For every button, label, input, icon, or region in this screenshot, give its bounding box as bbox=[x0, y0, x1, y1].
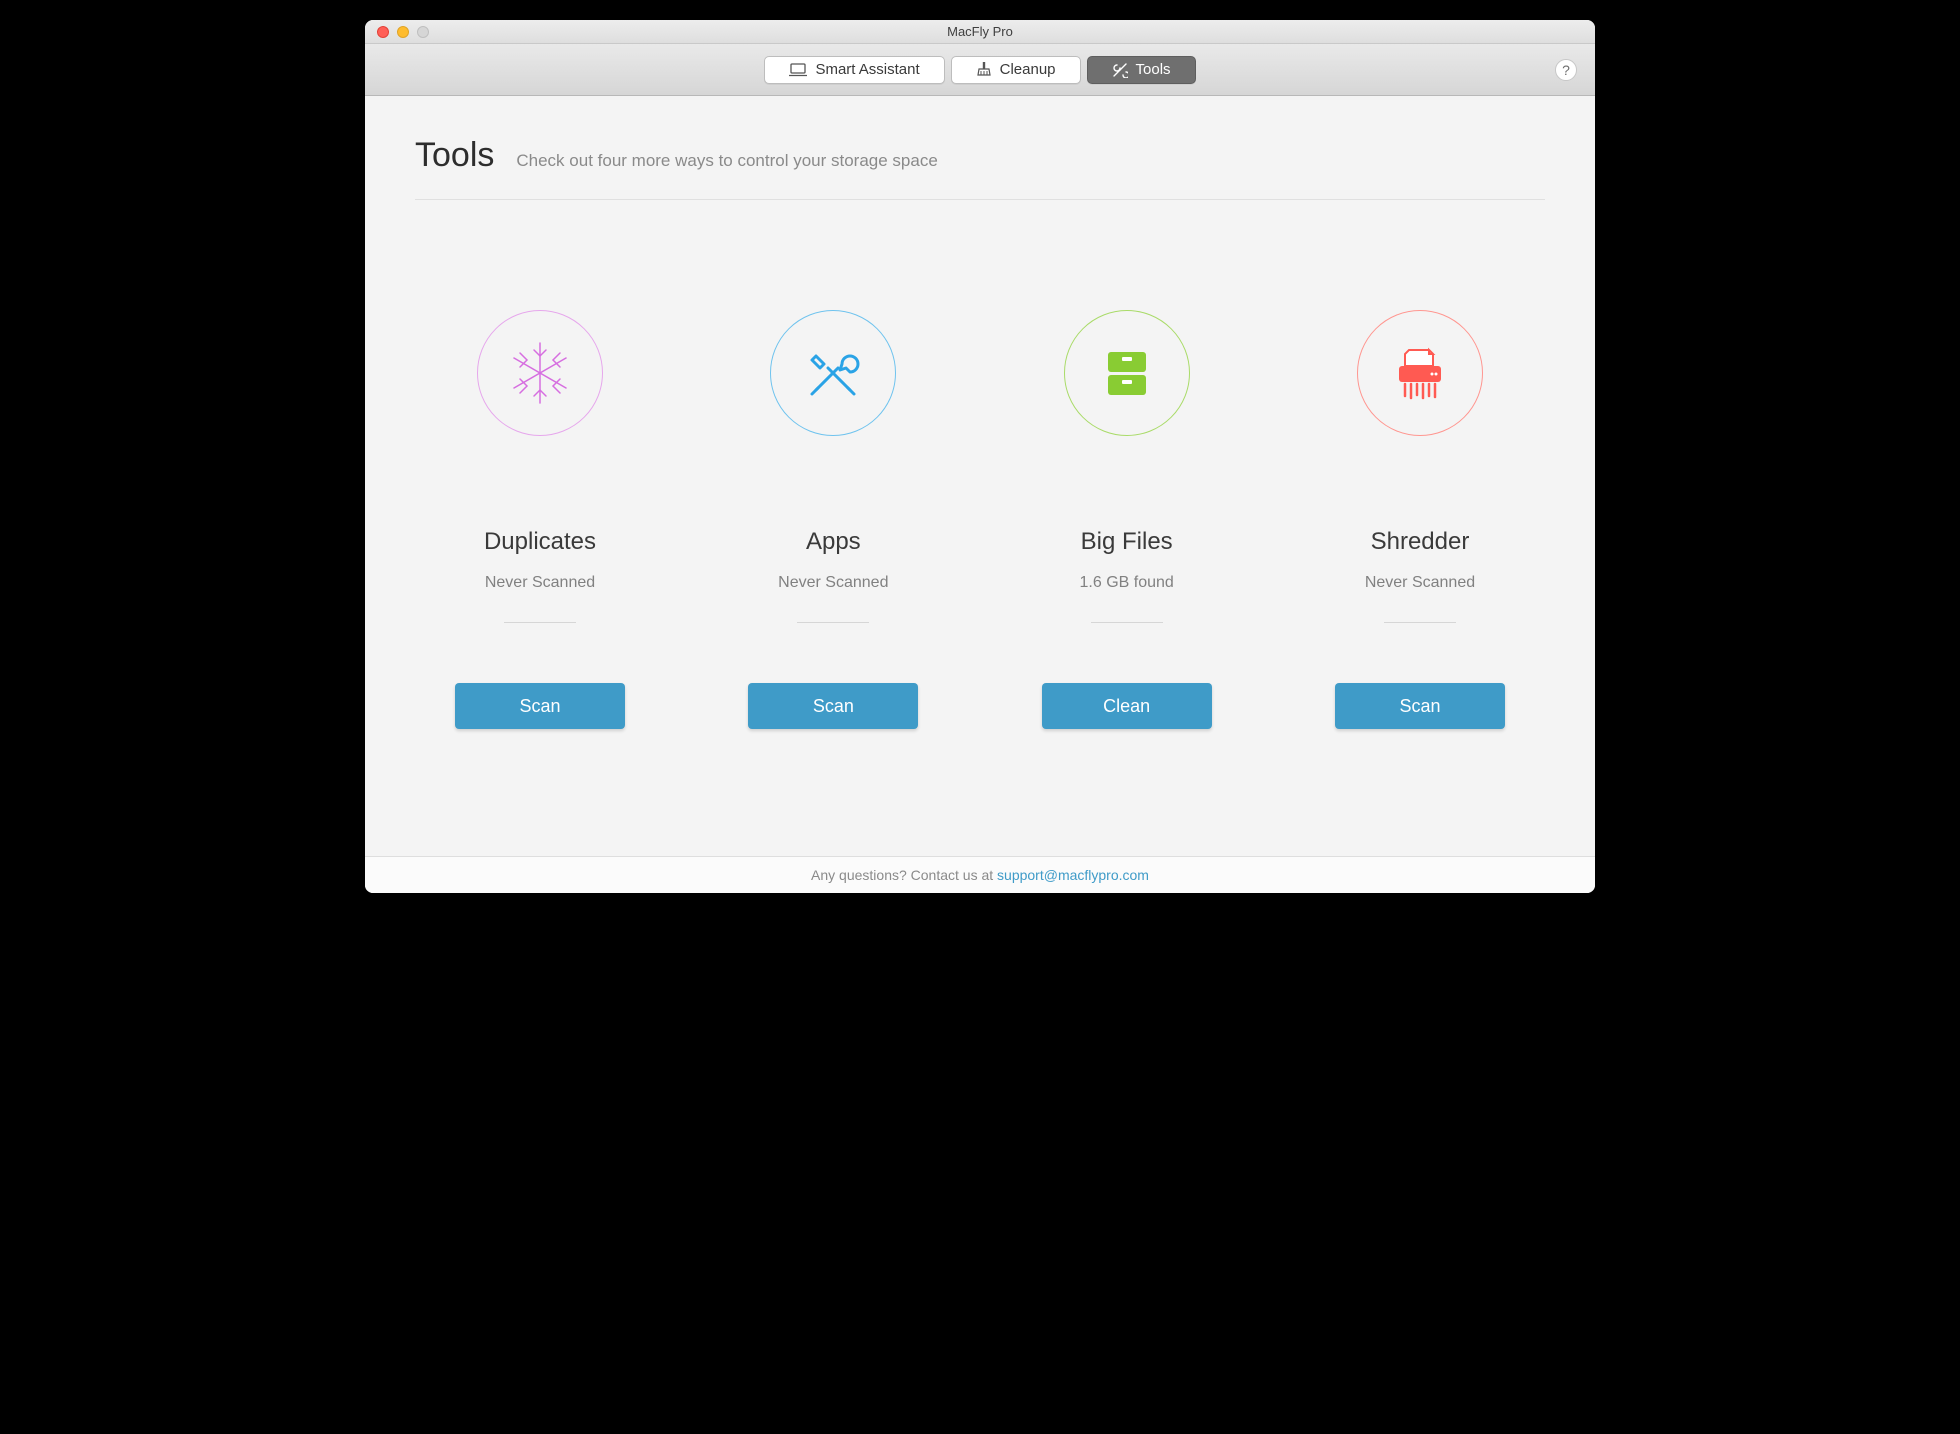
scan-button[interactable]: Scan bbox=[1335, 683, 1505, 729]
scan-button[interactable]: Scan bbox=[748, 683, 918, 729]
tool-card-apps: Apps Never Scanned Scan bbox=[708, 310, 958, 826]
tools-icon bbox=[770, 310, 896, 436]
tab-cleanup[interactable]: Cleanup bbox=[951, 56, 1081, 84]
page-subtitle: Check out four more ways to control your… bbox=[516, 151, 937, 171]
tab-tools[interactable]: Tools bbox=[1087, 56, 1196, 84]
window-controls bbox=[365, 26, 429, 38]
divider bbox=[504, 622, 576, 623]
titlebar: MacFly Pro bbox=[365, 20, 1595, 44]
shredder-icon bbox=[1357, 310, 1483, 436]
tool-status: 1.6 GB found bbox=[1080, 574, 1174, 592]
broom-icon bbox=[976, 62, 992, 78]
support-link[interactable]: support@macflypro.com bbox=[997, 867, 1149, 883]
tool-status: Never Scanned bbox=[485, 574, 595, 592]
laptop-icon bbox=[789, 63, 807, 77]
tool-title: Duplicates bbox=[484, 528, 596, 556]
tool-title: Shredder bbox=[1371, 528, 1470, 556]
zoom-window-button[interactable] bbox=[417, 26, 429, 38]
tab-label: Smart Assistant bbox=[815, 61, 919, 78]
help-button[interactable]: ? bbox=[1555, 59, 1577, 81]
content-area: Tools Check out four more ways to contro… bbox=[365, 96, 1595, 856]
tab-bar: Smart Assistant Cleanup bbox=[764, 56, 1195, 84]
drawer-icon bbox=[1064, 310, 1190, 436]
tools-grid: Duplicates Never Scanned Scan bbox=[415, 200, 1545, 826]
tab-label: Tools bbox=[1136, 61, 1171, 78]
tool-card-duplicates: Duplicates Never Scanned Scan bbox=[415, 310, 665, 826]
divider bbox=[1384, 622, 1456, 623]
tool-status: Never Scanned bbox=[778, 574, 888, 592]
close-window-button[interactable] bbox=[377, 26, 389, 38]
tab-label: Cleanup bbox=[1000, 61, 1056, 78]
tool-card-shredder: Shredder Never Scanned Scan bbox=[1295, 310, 1545, 826]
minimize-window-button[interactable] bbox=[397, 26, 409, 38]
page-title: Tools bbox=[415, 136, 494, 175]
toolbar: Smart Assistant Cleanup bbox=[365, 44, 1595, 96]
snowflake-icon bbox=[477, 310, 603, 436]
clean-button[interactable]: Clean bbox=[1042, 683, 1212, 729]
footer-text: Any questions? Contact us at bbox=[811, 867, 997, 883]
page-header: Tools Check out four more ways to contro… bbox=[415, 136, 1545, 200]
tool-title: Big Files bbox=[1081, 528, 1173, 556]
footer: Any questions? Contact us at support@mac… bbox=[365, 856, 1595, 893]
tab-smart-assistant[interactable]: Smart Assistant bbox=[764, 56, 944, 84]
scan-button[interactable]: Scan bbox=[455, 683, 625, 729]
help-icon: ? bbox=[1562, 62, 1570, 78]
wrench-icon bbox=[1112, 62, 1128, 78]
divider bbox=[1091, 622, 1163, 623]
tool-title: Apps bbox=[806, 528, 861, 556]
window-title: MacFly Pro bbox=[365, 24, 1595, 39]
divider bbox=[797, 622, 869, 623]
tool-card-big-files: Big Files 1.6 GB found Clean bbox=[1002, 310, 1252, 826]
app-window: MacFly Pro Smart Assistant bbox=[365, 20, 1595, 893]
tool-status: Never Scanned bbox=[1365, 574, 1475, 592]
